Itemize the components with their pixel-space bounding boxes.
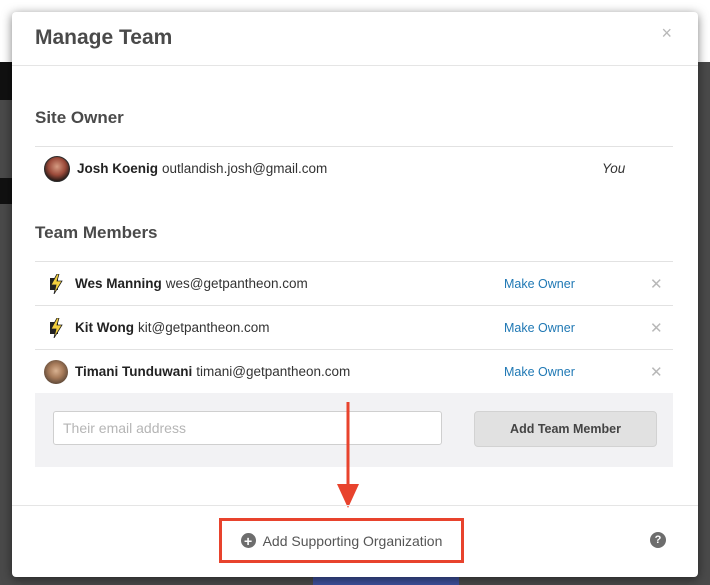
team-members-heading: Team Members bbox=[35, 223, 158, 242]
owner-you-label: You bbox=[602, 161, 626, 176]
add-team-member-button[interactable]: Add Team Member bbox=[474, 411, 657, 447]
close-icon[interactable]: × bbox=[661, 23, 672, 44]
support-label: Add Supporting Organization bbox=[262, 532, 443, 549]
modal-header: Manage Team × bbox=[12, 12, 698, 66]
modal-title: Manage Team bbox=[35, 26, 173, 49]
avatar bbox=[44, 359, 68, 384]
member-email: kit@getpantheon.com bbox=[137, 320, 270, 335]
member-email: wes@getpantheon.com bbox=[165, 276, 308, 291]
member-name: Wes Manning bbox=[75, 276, 162, 291]
bolt-icon bbox=[44, 272, 68, 296]
owner-email: outlandish.josh@gmail.com bbox=[162, 161, 328, 176]
member-row: Timani Tunduwani timani@getpantheon.com … bbox=[35, 349, 673, 393]
make-owner-link[interactable]: Make Owner bbox=[504, 277, 575, 291]
owner-row: Josh Koenig outlandish.josh@gmail.com Yo… bbox=[35, 146, 673, 190]
remove-member-icon[interactable]: ✕ bbox=[650, 319, 663, 337]
make-owner-link[interactable]: Make Owner bbox=[504, 365, 575, 379]
background-nav-fragment bbox=[0, 62, 12, 100]
avatar bbox=[44, 155, 70, 182]
member-row: Wes Manning wes@getpantheon.com Make Own… bbox=[35, 261, 673, 305]
member-name: Kit Wong bbox=[75, 320, 134, 335]
site-owner-heading: Site Owner bbox=[35, 108, 124, 127]
member-row: Kit Wong kit@getpantheon.com Make Owner … bbox=[35, 305, 673, 349]
modal-footer: + Add Supporting Organization ? bbox=[12, 505, 698, 577]
add-supporting-organization-button[interactable]: + Add Supporting Organization bbox=[219, 518, 464, 563]
question-icon[interactable]: ? bbox=[650, 532, 666, 548]
manage-team-modal: Manage Team × Site Owner Josh Koenig out… bbox=[12, 12, 698, 577]
member-name: Timani Tunduwani bbox=[75, 364, 193, 379]
background-nav-fragment-2 bbox=[0, 178, 12, 204]
remove-member-icon[interactable]: ✕ bbox=[650, 275, 663, 293]
email-field[interactable] bbox=[53, 411, 442, 445]
member-email: timani@getpantheon.com bbox=[196, 364, 351, 379]
make-owner-link[interactable]: Make Owner bbox=[504, 321, 575, 335]
annotation-arrow bbox=[337, 402, 359, 508]
plus-circle-icon: + bbox=[240, 533, 256, 548]
owner-name: Josh Koenig bbox=[77, 161, 159, 176]
bolt-icon bbox=[44, 316, 68, 340]
remove-member-icon[interactable]: ✕ bbox=[650, 363, 663, 381]
